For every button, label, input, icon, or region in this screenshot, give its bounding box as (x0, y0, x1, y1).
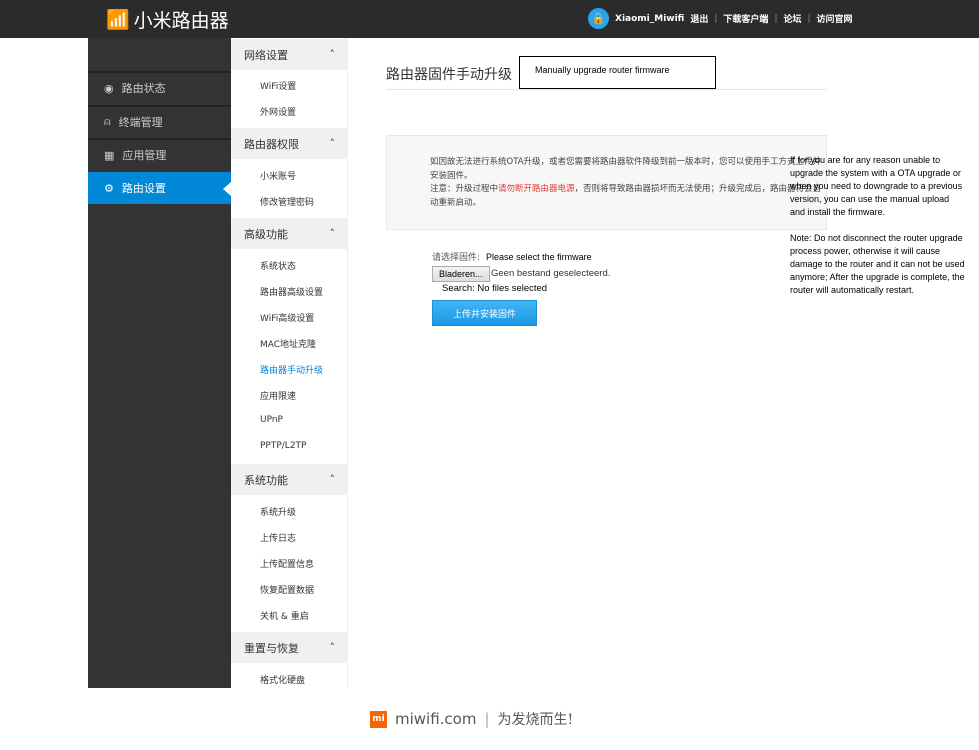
menu-system-upgrade[interactable]: 系统升级 (260, 505, 296, 518)
main-nav: ◉ 路由状态 ⍝ 终端管理 ▦ 应用管理 ⚙ 路由设置 (88, 38, 231, 688)
section-permissions[interactable]: 路由器权限 ˄ (231, 128, 348, 159)
menu-pptp-l2tp[interactable]: PPTP/L2TP (260, 441, 306, 451)
firmware-select-label: 请选择固件: Please select the firmware (432, 250, 592, 263)
user-icon: ⍝ (104, 115, 111, 128)
menu-shutdown-reboot[interactable]: 关机 & 重启 (260, 609, 309, 622)
translation-paragraph: Note: Do not disconnect the router upgra… (790, 233, 965, 295)
section-system[interactable]: 系统功能 ˄ (231, 464, 348, 495)
nav-app-management[interactable]: ▦ 应用管理 (88, 138, 231, 170)
notice-prefix: 注意：升级过程中 (430, 184, 499, 194)
menu-admin-password[interactable]: 修改管理密码 (260, 195, 314, 208)
menu-wifi-advanced[interactable]: WiFi高级设置 (260, 311, 314, 324)
section-advanced[interactable]: 高级功能 ˄ (231, 218, 348, 249)
section-title: 重置与恢复 (244, 641, 299, 655)
page-title: 路由器固件手动升级 (386, 67, 512, 83)
chevron-up-icon: ˄ (329, 473, 336, 486)
gear-icon: ⚙ (104, 181, 114, 195)
translation-paragraph: If for you are for any reason unable to … (790, 155, 963, 217)
browse-button[interactable]: Bladeren... (432, 266, 490, 282)
nav-device-management[interactable]: ⍝ 终端管理 (88, 105, 231, 137)
divider (386, 89, 827, 90)
nav-label: 路由状态 (121, 82, 166, 95)
title-translation: Manually upgrade router firmware (519, 56, 716, 89)
official-site-link[interactable]: 访问官网 (817, 12, 853, 25)
chevron-up-icon: ˄ (329, 227, 336, 240)
brand-logo[interactable]: 📶 小米路由器 (106, 6, 229, 33)
notice-text: 如因故无法进行系统OTA升级，或者您需要将路由器软件降级到前一版本时，您可以使用… (430, 157, 822, 181)
logout-link[interactable]: 退出 (690, 12, 708, 25)
mi-logo: mi (370, 710, 387, 728)
username: Xiaomi_Miwifi (615, 13, 685, 24)
menu-advanced-settings[interactable]: 路由器高级设置 (260, 285, 323, 298)
file-status-translation: Search: No files selected (442, 283, 548, 294)
menu-mac-clone[interactable]: MAC地址克隆 (260, 337, 316, 350)
section-network[interactable]: 网络设置 ˄ (231, 39, 348, 70)
menu-wifi-settings[interactable]: WiFi设置 (260, 79, 296, 92)
menu-mi-account[interactable]: 小米账号 (260, 169, 296, 182)
nav-label: 应用管理 (122, 149, 167, 162)
user-bar: 🔒 Xiaomi_Miwifi 退出 | 下载客户端 | 论坛 | 访问官网 (588, 8, 853, 29)
menu-upload-log[interactable]: 上传日志 (260, 531, 296, 544)
grid-icon: ▦ (104, 148, 115, 162)
nav-label: 终端管理 (118, 116, 163, 129)
menu-upnp[interactable]: UPnP (260, 415, 283, 425)
section-title: 系统功能 (244, 473, 288, 487)
nav-router-settings[interactable]: ⚙ 路由设置 (88, 172, 231, 204)
menu-wan-settings[interactable]: 外网设置 (260, 105, 296, 118)
nav-router-status[interactable]: ◉ 路由状态 (88, 71, 231, 103)
warning-highlight: 请勿断开路由器电源 (498, 184, 575, 194)
menu-system-status[interactable]: 系统状态 (260, 259, 296, 272)
notice-warning: 注意：升级过程中请勿断开路由器电源，否则将导致路由器损坏而无法使用；升级完成后，… (430, 183, 826, 210)
top-header: 📶 小米路由器 🔒 Xiaomi_Miwifi 退出 | 下载客户端 | 论坛 | 访问… (0, 0, 979, 38)
menu-manual-upgrade[interactable]: 路由器手动升级 (260, 363, 323, 376)
download-client-link[interactable]: 下载客户端 (723, 12, 768, 25)
notice-translation: If for you are for any reason unable to … (790, 154, 965, 310)
nav-label: 路由设置 (121, 182, 166, 195)
chevron-up-icon: ˄ (329, 137, 336, 150)
settings-submenu: 网络设置 ˄ WiFi设置 外网设置 路由器权限 ˄ 小米账号 修改管理密码 高级功… (231, 38, 348, 688)
footer: mi miwifi.com | 为发烧而生! (370, 709, 573, 729)
gauge-icon: ◉ (104, 81, 114, 95)
select-label: 请选择固件: (432, 253, 481, 263)
file-status: Geen bestand geselecteerd. (491, 268, 611, 279)
brand-name: 小米路由器 (133, 10, 229, 32)
section-title: 高级功能 (244, 227, 288, 241)
forum-link[interactable]: 论坛 (783, 12, 801, 25)
section-title: 路由器权限 (244, 137, 299, 151)
footer-domain[interactable]: miwifi.com (395, 710, 476, 728)
menu-upload-config[interactable]: 上传配置信息 (260, 557, 314, 570)
chevron-up-icon: ˄ (329, 48, 336, 61)
divider: | (484, 710, 490, 728)
section-reset[interactable]: 重置与恢复 ˄ (231, 632, 348, 663)
footer-slogan: 为发烧而生! (497, 712, 574, 728)
lock-icon: 🔒 (588, 8, 609, 29)
divider: | (807, 13, 811, 24)
select-translation: Please select the firmware (486, 252, 592, 262)
divider: | (714, 13, 718, 24)
menu-app-qos[interactable]: 应用限速 (260, 389, 296, 402)
section-title: 网络设置 (244, 48, 288, 62)
upload-install-button[interactable]: 上传并安装固件 (432, 300, 537, 326)
menu-format-disk[interactable]: 格式化硬盘 (260, 673, 305, 686)
menu-restore-config[interactable]: 恢复配置数据 (260, 583, 314, 596)
upgrade-notice: 如因故无法进行系统OTA升级，或者您需要将路由器软件降级到前一版本时，您可以使用… (386, 135, 827, 230)
divider: | (774, 13, 778, 24)
wifi-icon: 📶 (106, 9, 130, 31)
chevron-up-icon: ˄ (329, 641, 336, 654)
